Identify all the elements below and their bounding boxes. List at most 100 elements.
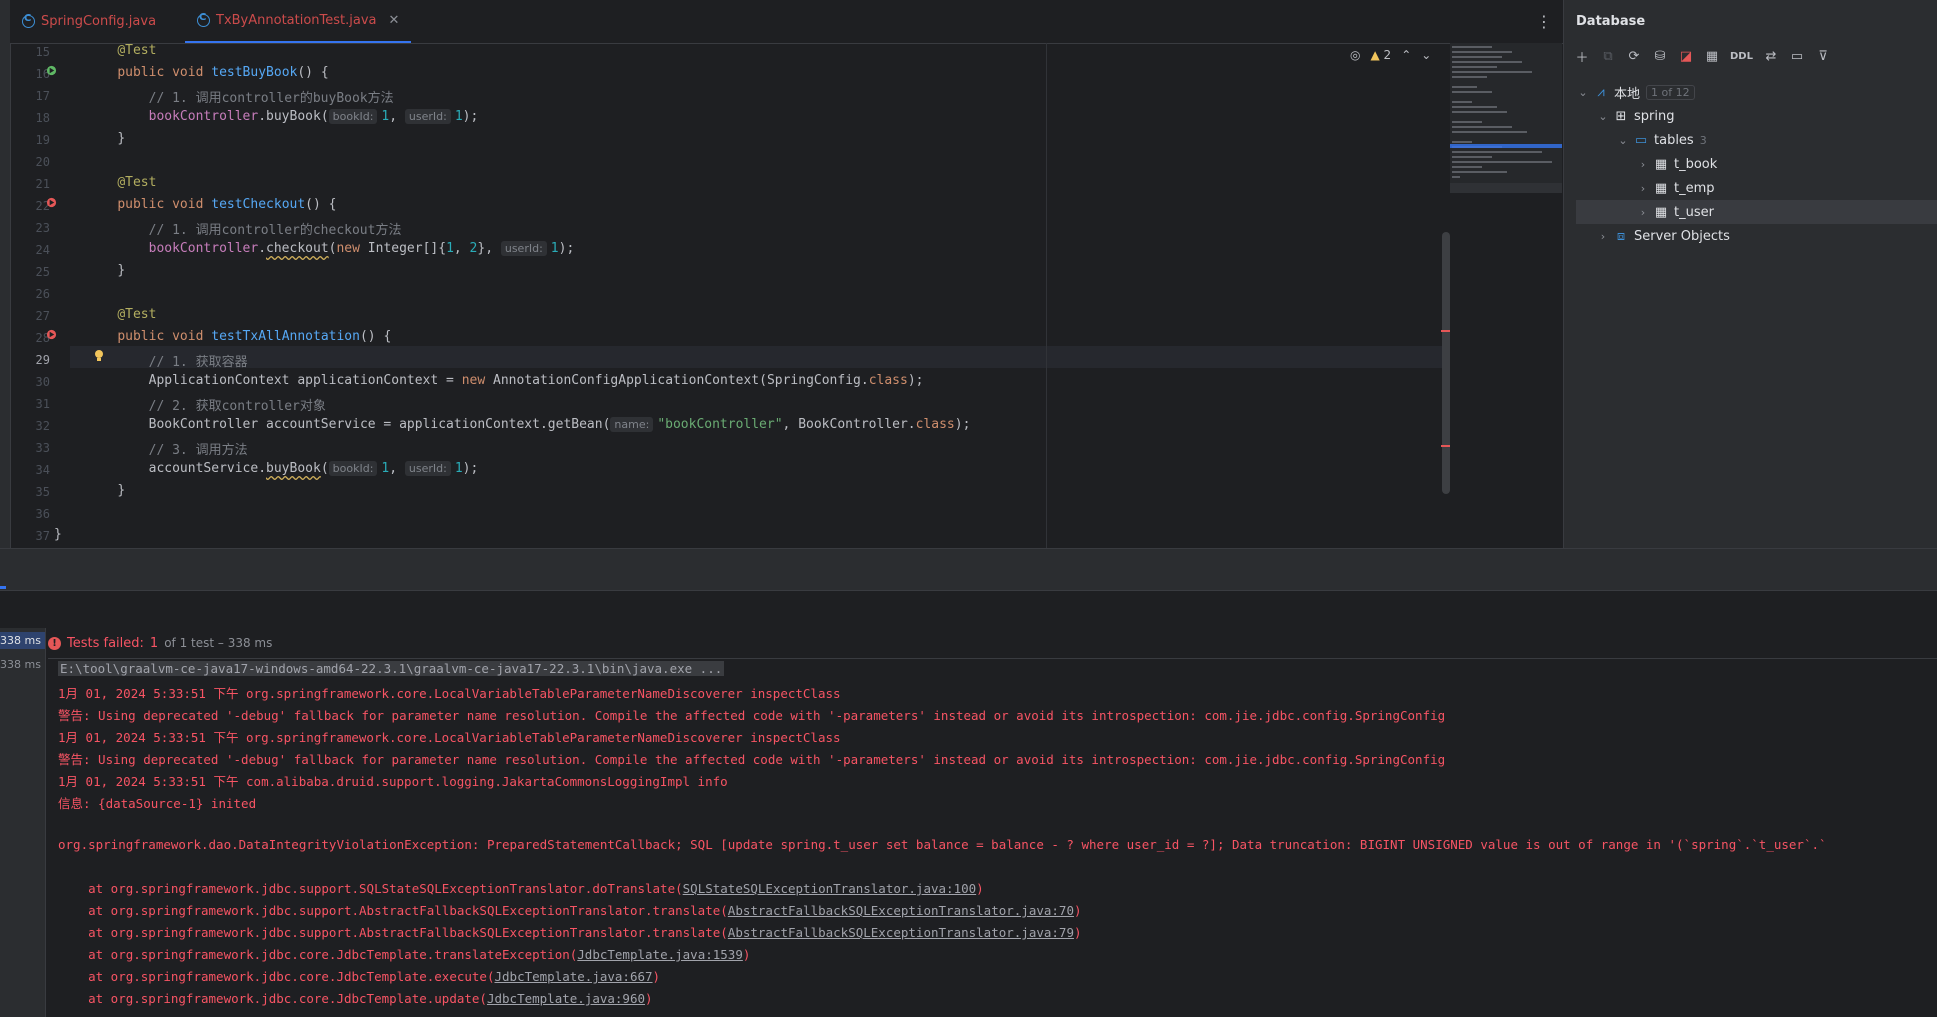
chevron-right-icon[interactable]: › — [1636, 206, 1650, 219]
tree-item-local[interactable]: ⌄ ⩘ 本地 1 of 12 — [1576, 80, 1936, 104]
run-test-failed-icon[interactable] — [46, 197, 57, 208]
code-line-25: } — [117, 263, 126, 278]
line-number[interactable]: 18 — [20, 111, 50, 125]
code-line-33: // 3. 调用方法 — [148, 443, 248, 458]
tree-item-t-book[interactable]: › ▦ t_book — [1636, 152, 1936, 176]
count-badge: 1 of 12 — [1646, 84, 1695, 100]
source-link[interactable]: JdbcTemplate.java:960 — [487, 991, 645, 1006]
table-view-icon[interactable]: ▦ — [1704, 48, 1720, 64]
stack-trace-line: at org.springframework.jdbc.core.JdbcTem… — [58, 969, 661, 984]
code-line-28: public void testTxAllAnnotation() { — [117, 329, 392, 344]
code-editor[interactable]: SpringConfig.java TxByAnnotationTest.jav… — [0, 0, 1563, 548]
test-tree[interactable]: 338 ms 338 ms — [0, 628, 46, 1017]
tree-item-server-objects[interactable]: › ⧈ Server Objects — [1596, 224, 1936, 248]
line-number[interactable]: 33 — [20, 441, 50, 455]
tab-txbyannotationtest[interactable]: TxByAnnotationTest.java ✕ — [185, 0, 412, 43]
console-output[interactable]: E:\tool\graalvm-ce-java17-windows-amd64-… — [46, 659, 1937, 1017]
test-status-bar: ! Tests failed: 1 of 1 test – 338 ms — [48, 628, 1937, 659]
mysql-datasource-icon: ⩘ — [1597, 84, 1605, 100]
code-line-37: } — [54, 527, 62, 542]
tree-item-t-user[interactable]: › ▦ t_user — [1576, 200, 1937, 224]
console-line: 1月 01, 2024 5:33:51 下午 com.alibaba.druid… — [58, 774, 728, 789]
line-number[interactable]: 29 — [20, 353, 50, 367]
line-number[interactable]: 21 — [20, 177, 50, 191]
error-icon: ! — [48, 636, 61, 650]
run-test-passed-icon[interactable] — [46, 65, 57, 76]
source-link[interactable]: AbstractFallbackSQLExceptionTranslator.j… — [728, 925, 1074, 940]
line-number[interactable]: 19 — [20, 133, 50, 147]
line-number[interactable]: 31 — [20, 397, 50, 411]
line-number[interactable]: 23 — [20, 221, 50, 235]
code-area[interactable]: @Test public void testBuyBook() { // 1. … — [54, 43, 1446, 548]
tree-item-tables[interactable]: ⌄ ▭ tables 3 — [1616, 128, 1936, 152]
source-link[interactable]: JdbcTemplate.java:667 — [495, 969, 653, 984]
param-hint: userId: — [404, 461, 451, 476]
line-number[interactable]: 32 — [20, 419, 50, 433]
copy-icon[interactable]: ⧉ — [1600, 48, 1616, 64]
active-tab-indicator — [0, 586, 6, 589]
line-number[interactable]: 20 — [20, 155, 50, 169]
param-hint: bookId: — [328, 461, 378, 476]
code-line-16: public void testBuyBook() { — [117, 65, 329, 80]
code-line-17: // 1. 调用controller的buyBook方法 — [148, 91, 394, 106]
refresh-icon[interactable]: ⟳ — [1626, 48, 1642, 64]
chevron-right-icon[interactable]: › — [1636, 158, 1650, 171]
line-number[interactable]: 30 — [20, 375, 50, 389]
code-line-35: } — [117, 483, 126, 498]
ddl-button[interactable]: DDL — [1730, 51, 1753, 62]
table-icon: ▦ — [1654, 180, 1668, 196]
line-number[interactable]: 15 — [20, 45, 50, 59]
test-time-item[interactable]: 338 ms — [0, 658, 41, 671]
tree-item-spring[interactable]: ⌄ ⊞ spring — [1596, 104, 1936, 128]
line-number[interactable]: 35 — [20, 485, 50, 499]
java-class-icon — [197, 12, 210, 27]
code-line-19: } — [117, 131, 126, 146]
console-line[interactable]: E:\tool\graalvm-ce-java17-windows-amd64-… — [58, 661, 725, 676]
code-line-29: // 1. 获取容器 — [148, 355, 248, 370]
line-number[interactable]: 27 — [20, 309, 50, 323]
line-number[interactable]: 26 — [20, 287, 50, 301]
server-objects-icon: ⧈ — [1616, 228, 1626, 244]
table-icon: ▦ — [1654, 156, 1668, 172]
chevron-right-icon[interactable]: › — [1636, 182, 1650, 195]
line-gutter[interactable]: 15 16 17 18 19 20 21 22 23 24 25 26 27 28 29 30 31 32 33 34… — [10, 43, 70, 548]
editor-tab-bar: SpringConfig.java TxByAnnotationTest.jav… — [10, 0, 1563, 44]
line-number[interactable]: 36 — [20, 507, 50, 521]
line-number[interactable]: 37 — [20, 529, 50, 543]
line-number[interactable]: 25 — [20, 265, 50, 279]
line-number[interactable]: 34 — [20, 463, 50, 477]
tab-label: TxByAnnotationTest.java — [216, 13, 377, 28]
chevron-down-icon[interactable]: ⌄ — [1616, 134, 1630, 147]
query-console-icon[interactable]: ▭ — [1789, 48, 1805, 64]
schema-icon: ⊞ — [1615, 108, 1627, 124]
chevron-right-icon[interactable]: › — [1596, 230, 1610, 243]
more-options-icon[interactable]: ⋮ — [1536, 12, 1552, 31]
tree-item-t-emp[interactable]: › ▦ t_emp — [1636, 176, 1936, 200]
source-link[interactable]: SQLStateSQLExceptionTranslator.java:100 — [683, 881, 977, 896]
editor-scrollbar[interactable] — [1442, 232, 1450, 494]
console-line: 警告: Using deprecated '-debug' fallback f… — [58, 708, 1446, 723]
stack-trace-line: at org.springframework.jdbc.core.JdbcTem… — [58, 991, 653, 1006]
chevron-down-icon[interactable]: ⌄ — [1596, 110, 1610, 123]
folder-icon: ▭ — [1634, 132, 1648, 148]
chevron-down-icon[interactable]: ⌄ — [1576, 86, 1590, 99]
jump-to-query-console-icon[interactable]: ⇄ — [1763, 48, 1779, 64]
close-icon[interactable]: ✕ — [389, 13, 400, 28]
minimap[interactable] — [1450, 43, 1562, 193]
test-time-item[interactable]: 338 ms — [0, 632, 45, 649]
disconnect-icon[interactable]: ◪ — [1678, 48, 1694, 64]
data-source-properties-icon[interactable]: ⛁ — [1652, 48, 1668, 64]
filter-icon[interactable]: ⊽ — [1815, 48, 1831, 64]
line-number[interactable]: 24 — [20, 243, 50, 257]
line-number[interactable]: 17 — [20, 89, 50, 103]
add-icon[interactable]: ＋ — [1574, 48, 1590, 66]
error-stripe-mark[interactable] — [1441, 445, 1450, 447]
run-test-failed-icon[interactable] — [46, 329, 57, 340]
source-link[interactable]: AbstractFallbackSQLExceptionTranslator.j… — [728, 903, 1074, 918]
code-line-30: ApplicationContext applicationContext = … — [148, 373, 924, 388]
source-link[interactable]: JdbcTemplate.java:1539 — [577, 947, 743, 962]
console-line: org.springframework.dao.DataIntegrityVio… — [58, 837, 1827, 852]
table-icon: ▦ — [1654, 204, 1668, 220]
error-stripe-mark[interactable] — [1441, 330, 1450, 332]
tab-springconfig[interactable]: SpringConfig.java — [10, 0, 168, 43]
